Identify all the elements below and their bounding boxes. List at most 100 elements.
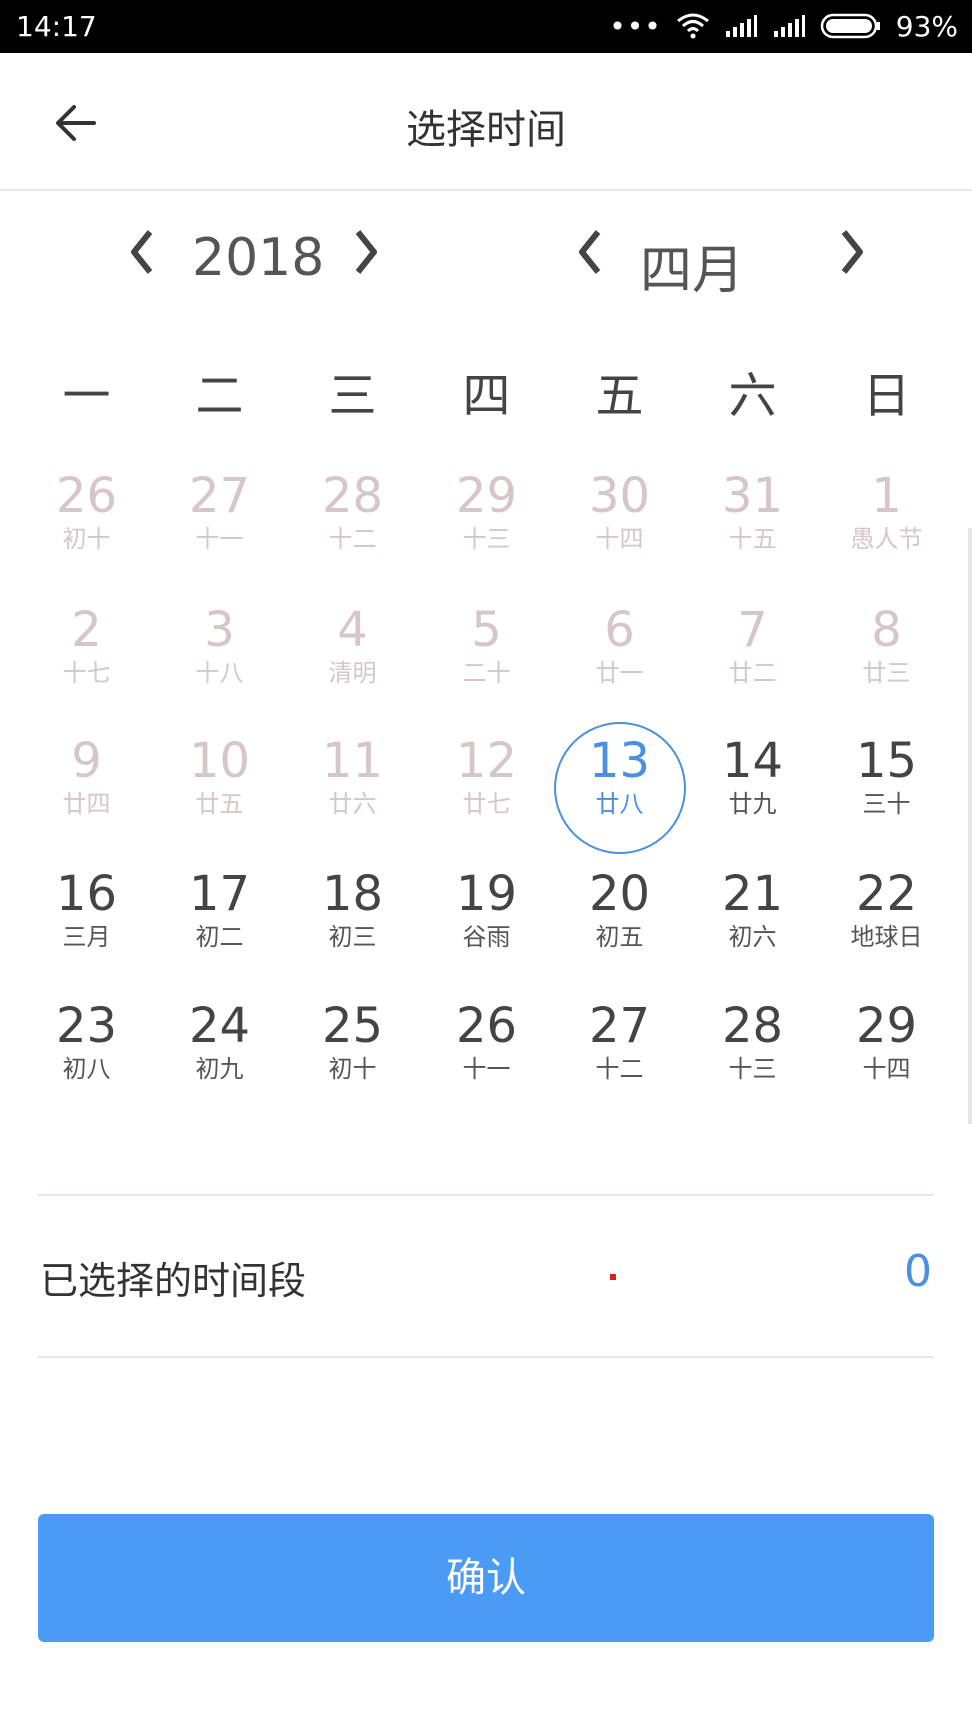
weekday-label: 三 (328, 368, 377, 424)
calendar-day[interactable]: 21 初六 (686, 866, 819, 976)
day-number: 26 (55, 468, 118, 524)
calendar-day[interactable]: 31 十五 (686, 468, 819, 578)
lunar-date: 愚人节 (850, 525, 923, 553)
day-number: 25 (321, 998, 384, 1054)
status-time: 14:17 (16, 10, 97, 43)
lunar-date: 初五 (595, 923, 644, 951)
day-number: 21 (721, 866, 784, 922)
day-number: 28 (321, 468, 384, 524)
calendar-day[interactable]: 2 十七 (20, 602, 153, 712)
calendar-day[interactable]: 11 廿六 (286, 733, 419, 843)
day-number: 17 (188, 866, 251, 922)
lunar-date: 十一 (195, 525, 244, 553)
lunar-date: 廿七 (462, 790, 511, 818)
calendar-day[interactable]: 26 十一 (420, 998, 553, 1108)
lunar-date: 谷雨 (462, 923, 511, 951)
calendar-day[interactable]: 29 十三 (420, 468, 553, 578)
calendar-day[interactable]: 10 廿五 (153, 733, 286, 843)
calendar-day[interactable]: 18 初三 (286, 866, 419, 976)
lunar-date: 初三 (328, 923, 377, 951)
day-number: 8 (871, 602, 902, 658)
calendar-day[interactable]: 28 十三 (686, 998, 819, 1108)
calendar-day[interactable]: 5 二十 (420, 602, 553, 712)
calendar-day[interactable]: 17 初二 (153, 866, 286, 976)
lunar-date: 二十 (462, 659, 511, 687)
calendar-day[interactable]: 22 地球日 (820, 866, 953, 976)
calendar-day[interactable]: 9 廿四 (20, 733, 153, 843)
lunar-date: 十四 (595, 525, 644, 553)
indicator-dot (610, 1274, 616, 1280)
calendar-day[interactable]: 30 十四 (553, 468, 686, 578)
calendar-day[interactable]: 29 十四 (820, 998, 953, 1108)
confirm-button[interactable]: 确认 (38, 1514, 934, 1642)
chevron-right-icon (355, 230, 377, 274)
day-number: 29 (455, 468, 518, 524)
calendar-day[interactable]: 26 初十 (20, 468, 153, 578)
day-number: 26 (455, 998, 518, 1054)
day-number: 1 (871, 468, 902, 524)
calendar-day[interactable]: 19 谷雨 (420, 866, 553, 976)
lunar-date: 初九 (195, 1055, 244, 1083)
day-number: 23 (55, 998, 118, 1054)
calendar-day[interactable]: 16 三月 (20, 866, 153, 976)
status-bar: 14:17 ••• 93% (0, 0, 972, 53)
weekday-label: 二 (195, 368, 244, 424)
calendar-day[interactable]: 15 三十 (820, 733, 953, 843)
day-number: 16 (55, 866, 118, 922)
calendar-day[interactable]: 4 清明 (286, 602, 419, 712)
calendar-day[interactable]: 12 廿七 (420, 733, 553, 843)
lunar-date: 廿九 (728, 790, 777, 818)
lunar-date: 初八 (62, 1055, 111, 1083)
day-number: 30 (588, 468, 651, 524)
day-number: 19 (455, 866, 518, 922)
lunar-date: 十二 (595, 1055, 644, 1083)
prev-month-button[interactable] (566, 224, 616, 280)
calendar-day[interactable]: 27 十一 (153, 468, 286, 578)
signal-icon (725, 15, 757, 37)
lunar-date: 初十 (328, 1055, 377, 1083)
prev-year-button[interactable] (118, 224, 168, 280)
day-number: 20 (588, 866, 651, 922)
lunar-date: 廿三 (862, 659, 911, 687)
calendar-day[interactable]: 1 愚人节 (820, 468, 953, 578)
calendar-day[interactable]: 28 十二 (286, 468, 419, 578)
day-number: 15 (855, 733, 918, 789)
header: 选择时间 (0, 53, 972, 191)
calendar-day[interactable]: 23 初八 (20, 998, 153, 1108)
scrollbar[interactable] (968, 528, 972, 1124)
calendar-day[interactable]: 24 初九 (153, 998, 286, 1108)
next-month-button[interactable] (826, 224, 876, 280)
wifi-icon (676, 13, 709, 39)
calendar-day[interactable]: 7 廿二 (686, 602, 819, 712)
next-year-button[interactable] (340, 224, 390, 280)
selected-range-label: 已选择的时间段 (40, 1259, 307, 1303)
lunar-date: 三月 (62, 923, 111, 951)
lunar-date: 廿二 (728, 659, 777, 687)
weekday-label: 日 (862, 368, 911, 424)
lunar-date: 十四 (862, 1055, 911, 1083)
lunar-date: 十五 (728, 525, 777, 553)
weekday-header: 一 二 三 四 五 六 日 (0, 356, 972, 426)
status-icons: ••• 93% (609, 8, 958, 44)
lunar-date: 廿四 (62, 790, 111, 818)
calendar-day-selected[interactable]: 13 廿八 (553, 722, 686, 854)
calendar-day[interactable]: 3 十八 (153, 602, 286, 712)
day-number: 29 (855, 998, 918, 1054)
calendar-day[interactable]: 8 廿三 (820, 602, 953, 712)
day-number: 11 (321, 733, 384, 789)
year-label: 2018 (192, 228, 325, 288)
calendar-day[interactable]: 6 廿一 (553, 602, 686, 712)
calendar-day[interactable]: 20 初五 (553, 866, 686, 976)
day-number: 31 (721, 468, 784, 524)
calendar-day[interactable]: 14 廿九 (686, 733, 819, 843)
calendar-day[interactable]: 25 初十 (286, 998, 419, 1108)
month-label: 四月 (640, 241, 745, 301)
lunar-date: 十三 (462, 525, 511, 553)
calendar-day[interactable]: 27 十二 (553, 998, 686, 1108)
chevron-right-icon (841, 230, 863, 274)
lunar-date: 十七 (62, 659, 111, 687)
weekday-label: 六 (728, 368, 777, 424)
selected-range-row: 已选择的时间段 0 (0, 1194, 972, 1314)
lunar-date: 十三 (728, 1055, 777, 1083)
day-number: 7 (737, 602, 768, 658)
